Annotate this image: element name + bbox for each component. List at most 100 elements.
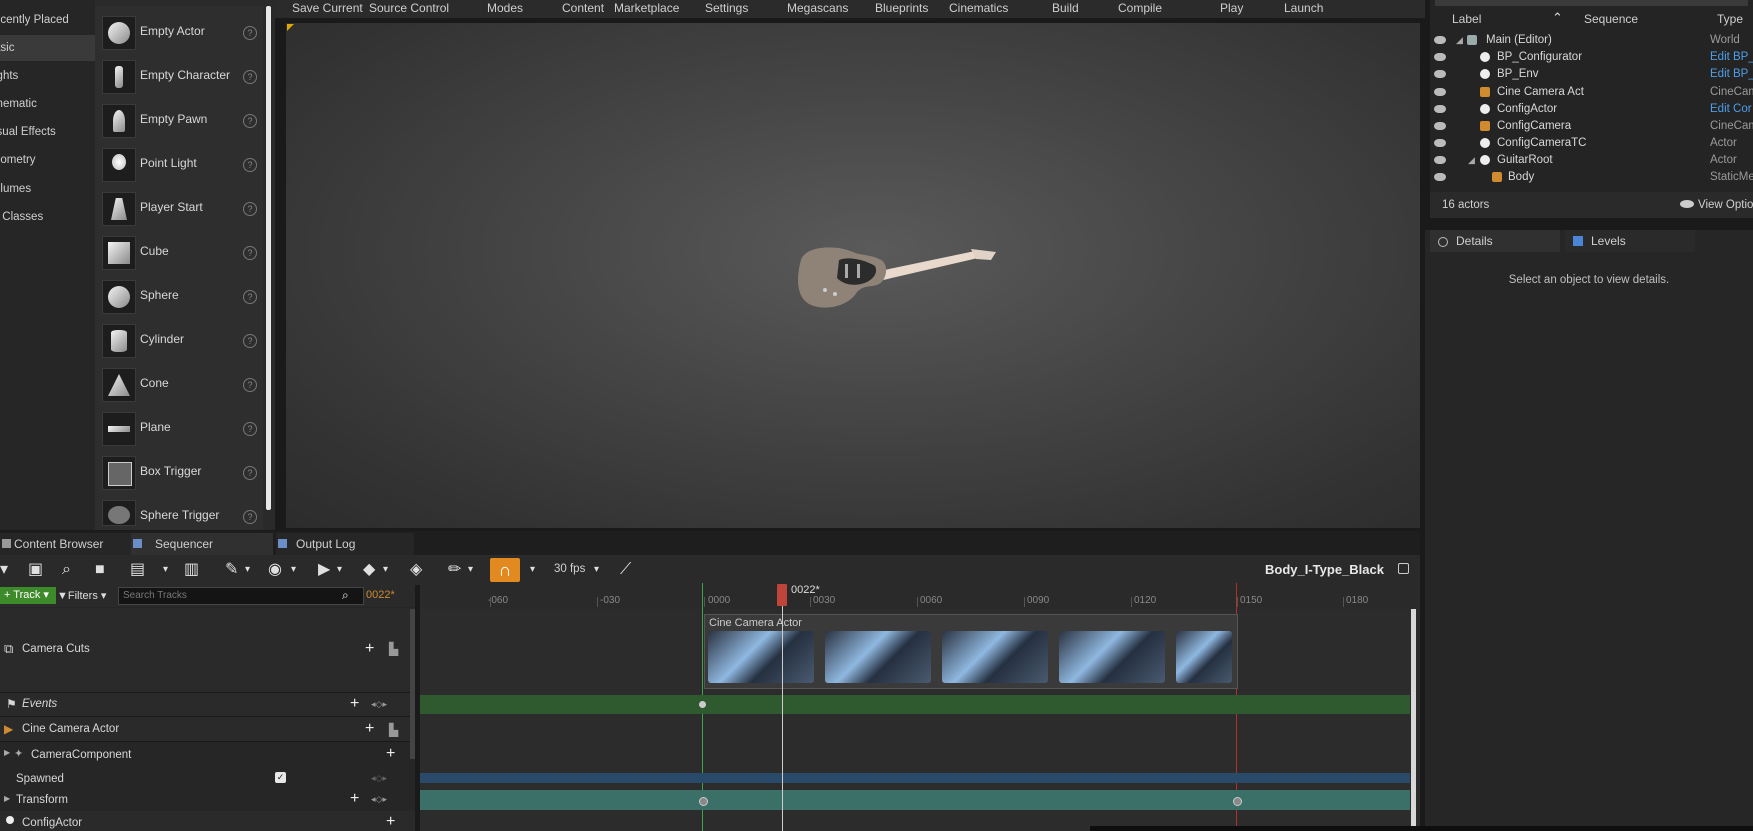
help-icon[interactable]: ? <box>243 290 257 304</box>
track-camera-component[interactable]: ▶ ✦ CameraComponent + <box>0 742 415 767</box>
add-icon[interactable]: + <box>365 640 374 658</box>
search-icon[interactable]: ⌕ <box>342 588 349 603</box>
curve-editor-icon[interactable]: ⟋ <box>620 561 631 579</box>
tab-sequencer[interactable]: Sequencer <box>131 533 273 555</box>
eye-icon[interactable] <box>1434 70 1446 78</box>
play-icon[interactable]: ▶ <box>318 561 330 579</box>
key-icon[interactable]: ◆ <box>363 561 375 579</box>
sort-chevron-icon[interactable]: ⌃ <box>1552 10 1563 26</box>
outliner-row[interactable]: BP_Configurator Edit BP_ <box>1430 49 1753 66</box>
category-lights[interactable]: ights <box>0 63 95 89</box>
toolbar-play[interactable]: Play <box>1220 1 1243 15</box>
current-frame-field[interactable]: 0022* <box>366 589 395 601</box>
category-cinematic[interactable]: inematic <box>0 91 95 117</box>
toolbar-compile[interactable]: Compile <box>1118 1 1162 15</box>
outliner-row[interactable]: BP_Env Edit BP_ <box>1430 66 1753 83</box>
expand-arrow-icon[interactable]: ◢ <box>1456 32 1463 49</box>
transform-track-band[interactable] <box>420 790 1410 810</box>
playhead-handle[interactable] <box>777 584 787 606</box>
outliner-search-input[interactable] <box>1435 0 1748 6</box>
search-tracks-input[interactable]: Search Tracks <box>118 587 364 605</box>
track-transform[interactable]: ▶ Transform + ◂◇▸ <box>0 789 415 810</box>
outliner-row[interactable]: ◢ Main (Editor) World <box>1430 32 1753 49</box>
tab-details[interactable]: Details <box>1430 230 1560 252</box>
event-key[interactable] <box>699 701 706 708</box>
help-icon[interactable]: ? <box>243 114 257 128</box>
help-icon[interactable]: ? <box>243 334 257 348</box>
lock-icon[interactable] <box>1398 563 1409 574</box>
eye-icon[interactable] <box>1434 36 1446 44</box>
add-icon[interactable]: + <box>365 720 374 738</box>
dropdown-arrow-icon[interactable]: ▾ <box>530 561 535 579</box>
eye-icon[interactable] <box>1434 105 1446 113</box>
place-item-point-light[interactable]: Point Light? <box>95 142 263 186</box>
track-camera-cuts[interactable]: ⧉ Camera Cuts + ▙ <box>0 608 415 693</box>
tab-levels[interactable]: Levels <box>1565 230 1695 252</box>
toolbar-content[interactable]: Content <box>562 1 604 15</box>
place-scrollbar[interactable] <box>266 6 271 510</box>
add-icon[interactable]: + <box>386 745 395 763</box>
outliner-row[interactable]: Cine Camera ActCineCam <box>1430 84 1753 101</box>
caret-icon[interactable]: ▾ <box>0 561 8 579</box>
toolbar-cinematics[interactable]: Cinematics <box>949 1 1008 15</box>
expand-arrow-icon[interactable]: ▶ <box>4 748 10 757</box>
help-icon[interactable]: ? <box>243 26 257 40</box>
tab-content-browser[interactable]: Content Browser <box>0 533 134 555</box>
timeline-scrollbar[interactable] <box>1411 609 1416 829</box>
dropdown-arrow-icon[interactable]: ▾ <box>245 561 250 579</box>
key-nav-icon[interactable]: ◂◇▸ <box>371 794 387 805</box>
help-icon[interactable]: ? <box>243 422 257 436</box>
expand-arrow-icon[interactable]: ▶ <box>4 794 10 803</box>
toolbar-build[interactable]: Build <box>1052 1 1079 15</box>
col-header-sequence[interactable]: Sequence <box>1584 12 1638 26</box>
category-recently-placed[interactable]: ecently Placed <box>0 7 95 33</box>
dropdown-arrow-icon[interactable]: ▾ <box>337 561 342 579</box>
wrench-icon[interactable]: ✎ <box>225 561 238 579</box>
dropdown-arrow-icon[interactable]: ▾ <box>468 561 473 579</box>
category-geometry[interactable]: eometry <box>0 147 95 173</box>
outliner-row[interactable]: ConfigCameraTC Actor <box>1430 135 1753 152</box>
search-icon[interactable]: ⌕ <box>62 561 71 579</box>
outliner-row[interactable]: ConfigCameraCineCam <box>1430 118 1753 135</box>
dropdown-arrow-icon[interactable]: ▾ <box>291 561 296 579</box>
transform-key[interactable] <box>1233 797 1242 806</box>
camera-lock-icon[interactable]: ▙ <box>389 723 398 737</box>
eye-icon[interactable] <box>1434 156 1446 164</box>
toolbar-blueprints[interactable]: Blueprints <box>875 1 928 15</box>
dropdown-arrow-icon[interactable]: ▾ <box>163 561 168 579</box>
track-config-actor[interactable]: ConfigActor + <box>0 811 415 831</box>
pencil-icon[interactable]: ✏ <box>448 561 461 579</box>
dropdown-arrow-icon[interactable]: ▾ <box>383 561 388 579</box>
track-events[interactable]: ⚑ Events + ◂◇▸ <box>0 693 415 717</box>
place-item-empty-actor[interactable]: Empty Actor? <box>95 10 263 54</box>
dropdown-arrow-icon[interactable]: ▾ <box>594 561 599 579</box>
place-item-player-start[interactable]: Player Start? <box>95 186 263 230</box>
eye-icon[interactable] <box>1434 88 1446 96</box>
place-item-box-trigger[interactable]: Box Trigger? <box>95 450 263 494</box>
help-icon[interactable]: ? <box>243 70 257 84</box>
render-movie-icon[interactable]: ▥ <box>184 561 199 579</box>
place-item-empty-pawn[interactable]: Empty Pawn? <box>95 98 263 142</box>
transform-key[interactable] <box>699 797 708 806</box>
place-item-cylinder[interactable]: Cylinder? <box>95 318 263 362</box>
filters-button[interactable]: ▼Filters ▾ <box>57 589 106 602</box>
save-icon[interactable]: ▣ <box>28 561 43 579</box>
camera-icon[interactable]: ■ <box>95 561 105 579</box>
key-nav-icon[interactable]: ◂◇▸ <box>371 773 387 784</box>
col-header-label[interactable]: Label <box>1452 12 1481 26</box>
add-track-button[interactable]: + Track ▾ <box>0 587 56 604</box>
outliner-row[interactable]: ConfigActor Edit Cor <box>1430 101 1753 118</box>
fps-selector[interactable]: 30 fps <box>554 563 585 575</box>
snap-magnet-button[interactable]: ∩ <box>490 558 520 582</box>
spawned-track-band[interactable] <box>420 773 1410 783</box>
help-icon[interactable]: ? <box>243 510 257 524</box>
add-icon[interactable]: + <box>350 790 359 808</box>
place-item-cone[interactable]: Cone? <box>95 362 263 406</box>
outliner-row[interactable]: Body StaticMe <box>1430 169 1753 186</box>
clapper-icon[interactable]: ▤ <box>130 561 145 579</box>
eye-icon[interactable] <box>1434 122 1446 130</box>
toolbar-source-control[interactable]: Source Control <box>369 1 449 15</box>
toolbar-settings[interactable]: Settings <box>705 1 748 15</box>
eye-icon[interactable] <box>1434 173 1446 181</box>
help-icon[interactable]: ? <box>243 158 257 172</box>
